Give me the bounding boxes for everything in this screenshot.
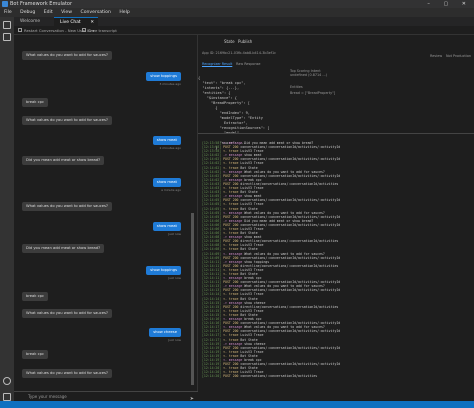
tab-welcome[interactable]: Welcome (14, 17, 54, 26)
bot-message: What values do you want to add for sauce… (22, 51, 112, 60)
user-message: show meat (152, 136, 181, 145)
message-timestamp: 3 minutes ago (159, 82, 181, 86)
bot-message: Did you mean add meat or show bread? (22, 244, 105, 253)
tab-bar: Welcome Live Chat ✕ (14, 17, 474, 26)
message-timestamp: Just now (168, 232, 181, 236)
settings-icon[interactable] (3, 393, 11, 401)
bot-message: What values do you want to add for sauce… (22, 116, 112, 125)
log-panel: [12:13:58] <- message Did you mean add m… (198, 141, 474, 401)
entities-label: Entities (290, 85, 303, 89)
tab-welcome-label: Welcome (20, 19, 41, 24)
message-input[interactable]: Type your message ➤ (14, 391, 198, 402)
menu-view[interactable]: View (61, 10, 72, 15)
menu-bar: File Debug Edit View Conversation Help (0, 8, 474, 17)
user-message: show toppings (146, 72, 181, 81)
conversation-toolbar: Restart Conversation - New User ID ▾ Sav… (14, 26, 474, 35)
message-timestamp: Just now (168, 276, 181, 280)
entities-value: Bread = ["BreadProperty"] (290, 91, 336, 95)
tab-publish[interactable]: Publish (238, 39, 252, 44)
chat-panel: What values do you want to add for sauce… (14, 35, 198, 391)
restart-icon (18, 28, 22, 32)
tab-recognizer-result[interactable]: Recognizer Result (202, 62, 232, 66)
log-level: POST 200 (223, 374, 239, 379)
menu-edit[interactable]: Edit (44, 10, 53, 15)
menu-debug[interactable]: Debug (20, 10, 35, 15)
log-text[interactable]: conversations/:conversationId/activities (240, 374, 317, 378)
bot-message: Did you mean add meat or show bread? (22, 156, 105, 165)
bot-message: break cpc (22, 292, 49, 301)
message-timestamp: 2 minutes ago (159, 146, 181, 150)
save-icon (82, 28, 86, 32)
user-message: show cheese (149, 328, 181, 337)
user-message: show meat (152, 222, 181, 231)
user-message: show meat (152, 178, 181, 187)
message-timestamp: Just now (168, 338, 181, 342)
menu-file[interactable]: File (4, 10, 12, 15)
message-timestamp: a minute ago (161, 188, 181, 192)
bot-message: What values do you want to add for sauce… (22, 369, 112, 378)
save-transcript-button[interactable]: Save transcript (88, 26, 117, 35)
menu-help[interactable]: Help (119, 10, 129, 15)
status-bar (0, 401, 474, 408)
tab-live-chat[interactable]: Live Chat ✕ (54, 17, 98, 26)
log-line: [12:14:20] POST 200 conversations/:conve… (202, 374, 474, 378)
bot-message: What values do you want to add for sauce… (22, 202, 112, 211)
chat-icon[interactable] (3, 21, 11, 29)
bot-message: break cpc (22, 350, 49, 359)
app-logo-icon (2, 1, 8, 7)
menu-conversation[interactable]: Conversation (80, 10, 110, 15)
title-bar: Bot Framework Emulator – ▢ ✕ (0, 0, 474, 8)
bot-message: What values do you want to add for sauce… (22, 309, 112, 318)
window-title: Bot Framework Emulator (10, 1, 73, 7)
top-intent-value: undefined (0.8714 ...) (290, 73, 327, 77)
activity-bar (0, 17, 14, 408)
log-time: [12:14:20] (202, 374, 222, 379)
panel-splitter[interactable] (198, 133, 474, 141)
user-message: show toppings (146, 266, 181, 275)
bot-message: break cpc (22, 98, 49, 107)
app-id-label: App ID: 2169bc21-03fb-4ab8-b414-3b3ef1c (202, 51, 276, 55)
tab-raw-response[interactable]: Raw Response (236, 62, 261, 66)
not-production-button[interactable]: Not Production (446, 54, 471, 58)
document-icon[interactable] (3, 33, 11, 41)
tab-live-chat-label: Live Chat (60, 20, 81, 25)
tab-state[interactable]: State (224, 39, 235, 44)
chat-scrollbar[interactable] (191, 213, 194, 385)
account-icon[interactable] (3, 377, 11, 385)
review-button[interactable]: Review (430, 54, 442, 58)
window-controls[interactable]: – ▢ ✕ (427, 0, 472, 8)
